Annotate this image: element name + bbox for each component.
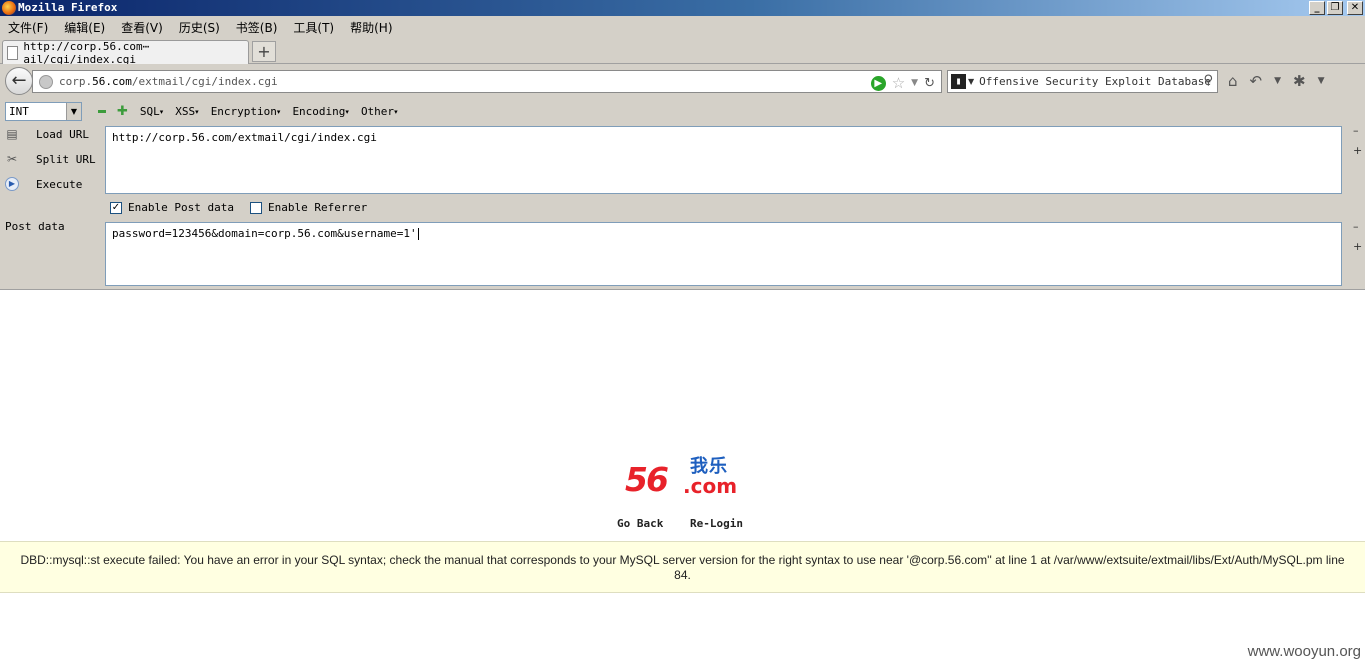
error-message: DBD::mysql::st execute failed: You have … bbox=[0, 541, 1365, 593]
scissors-icon: ✂ bbox=[6, 152, 18, 166]
url-textarea[interactable]: http://corp.56.com/extmail/cgi/index.cgi bbox=[105, 126, 1342, 194]
minimize-button[interactable]: _ bbox=[1309, 1, 1325, 15]
relogin-link[interactable]: Re-Login bbox=[690, 517, 743, 530]
hackbar-panel: INT ▼ ✚ SQL▾ XSS▾ Encryption▾ Encoding▾ … bbox=[0, 98, 1365, 290]
url-actions: ▶ ☆ ▼ ↻ bbox=[870, 74, 935, 92]
history-dropdown-icon[interactable]: ▼ bbox=[911, 78, 918, 88]
url-host: 56.com bbox=[92, 75, 132, 88]
search-engine-icon[interactable]: ▮ bbox=[951, 74, 966, 89]
url-textarea-value: http://corp.56.com/extmail/cgi/index.cgi bbox=[112, 131, 377, 144]
split-url-label: Split URL bbox=[36, 152, 96, 166]
tab-title: http://corp.56.com⋯ail/cgi/index.cgi bbox=[23, 39, 150, 66]
menu-encryption[interactable]: Encryption▾ bbox=[211, 105, 281, 118]
post-data-label: Post data bbox=[5, 220, 65, 233]
logo-chinese: 我乐 bbox=[690, 456, 728, 477]
menu-encoding[interactable]: Encoding▾ bbox=[292, 105, 349, 118]
url-prefix: corp. bbox=[59, 75, 93, 88]
tab-strip: http://corp.56.com⋯ail/cgi/index.cgi + bbox=[0, 38, 1365, 66]
enable-referrer-label: Enable Referrer bbox=[267, 201, 368, 214]
addon-dropdown-icon[interactable]: ▼ bbox=[1318, 76, 1325, 86]
execute-label: Execute bbox=[36, 177, 83, 191]
chevron-down-icon[interactable]: ▼ bbox=[66, 102, 81, 120]
watermark: www.wooyun.org bbox=[1247, 643, 1361, 660]
menu-view[interactable]: 查看(V) bbox=[121, 19, 163, 36]
menu-xss[interactable]: XSS▾ bbox=[175, 105, 198, 118]
addon-icon[interactable]: ✱ bbox=[1293, 72, 1306, 90]
reload-icon[interactable]: ↻ bbox=[924, 76, 935, 91]
menu-sql[interactable]: SQL▾ bbox=[140, 105, 163, 118]
increase-icon[interactable]: ✚ bbox=[117, 104, 128, 119]
url-textarea-resize[interactable]: – + bbox=[1353, 121, 1362, 161]
maximize-button[interactable]: ❐ bbox=[1327, 1, 1343, 15]
go-icon[interactable]: ▶ bbox=[870, 75, 886, 91]
enable-referrer-checkbox[interactable] bbox=[249, 201, 262, 214]
enable-post-label: Enable Post data bbox=[128, 201, 234, 214]
error-text: DBD::mysql::st execute failed: You have … bbox=[20, 553, 1345, 582]
execute-button[interactable]: ▶ Execute bbox=[5, 177, 82, 191]
search-icon[interactable]: ⚲ bbox=[1203, 73, 1213, 88]
menu-history[interactable]: 历史(S) bbox=[179, 19, 220, 36]
load-url-icon: ▤ bbox=[6, 127, 18, 141]
post-data-textarea[interactable]: password=123456&domain=corp.56.com&usern… bbox=[105, 222, 1342, 286]
window-titlebar: Mozilla Firefox _ ❐ ✕ bbox=[0, 0, 1365, 16]
split-url-button[interactable]: ✂ Split URL bbox=[5, 152, 96, 166]
post-options: ✓ Enable Post data Enable Referrer bbox=[110, 201, 367, 214]
enable-post-checkbox[interactable]: ✓ bbox=[110, 201, 122, 214]
menu-bookmarks[interactable]: 书签(B) bbox=[236, 19, 278, 36]
firefox-icon bbox=[2, 1, 16, 15]
load-url-label: Load URL bbox=[36, 127, 89, 141]
play-icon: ▶ bbox=[5, 177, 19, 191]
window-title: Mozilla Firefox bbox=[18, 1, 118, 14]
go-back-link[interactable]: Go Back bbox=[617, 517, 663, 530]
menu-help[interactable]: 帮助(H) bbox=[350, 19, 392, 36]
menu-other[interactable]: Other▾ bbox=[361, 105, 398, 118]
menu-file[interactable]: 文件(F) bbox=[8, 19, 48, 36]
search-placeholder: Offensive Security Exploit Database bbox=[979, 75, 1211, 88]
page-icon bbox=[7, 45, 19, 60]
search-engine-dropdown-icon[interactable]: ▼ bbox=[968, 77, 974, 86]
url-bar[interactable]: corp. 56.com/extmail/cgi/index.cgi ▶ ☆ ▼ … bbox=[32, 70, 942, 93]
post-data-value: password=123456&domain=corp.56.com&usern… bbox=[112, 227, 417, 240]
navigation-bar: corp. 56.com/extmail/cgi/index.cgi ▶ ☆ ▼ … bbox=[0, 64, 1365, 98]
nav-tools: ⌂ ↶ ▼ ✱ ▼ bbox=[1228, 72, 1325, 90]
menu-bar: 文件(F) 编辑(E) 查看(V) 历史(S) 书签(B) 工具(T) 帮助(H… bbox=[0, 16, 1365, 38]
home-icon[interactable]: ⌂ bbox=[1228, 72, 1238, 90]
share-icon[interactable]: ↶ bbox=[1250, 72, 1263, 90]
new-tab-button[interactable]: + bbox=[252, 41, 276, 62]
search-bar[interactable]: ▮ ▼ Offensive Security Exploit Database … bbox=[947, 70, 1218, 93]
post-textarea-resize[interactable]: – + bbox=[1353, 217, 1362, 257]
type-select-value: INT bbox=[9, 104, 29, 118]
type-select[interactable]: INT ▼ bbox=[5, 101, 82, 121]
globe-icon bbox=[39, 74, 53, 89]
window-controls: _ ❐ ✕ bbox=[1309, 1, 1363, 15]
menu-edit[interactable]: 编辑(E) bbox=[64, 19, 105, 36]
logo-number: 56 bbox=[625, 460, 669, 499]
tab-active[interactable]: http://corp.56.com⋯ail/cgi/index.cgi bbox=[2, 39, 249, 66]
url-path: /extmail/cgi/index.cgi bbox=[131, 75, 278, 88]
page-links: Go Back Re-Login bbox=[617, 517, 763, 530]
toolbar-dropdown-icon[interactable]: ▼ bbox=[1274, 76, 1281, 86]
text-cursor bbox=[417, 228, 419, 240]
hackbar-toolbar: INT ▼ ✚ SQL▾ XSS▾ Encryption▾ Encoding▾ … bbox=[0, 100, 398, 122]
back-button[interactable]: ← bbox=[5, 67, 33, 95]
menu-tools[interactable]: 工具(T) bbox=[293, 19, 334, 36]
site-logo: 56 .com 我乐 bbox=[623, 452, 748, 500]
bookmark-star-icon[interactable]: ☆ bbox=[892, 74, 905, 92]
close-button[interactable]: ✕ bbox=[1347, 1, 1363, 15]
decrease-icon[interactable] bbox=[98, 109, 106, 113]
load-url-button[interactable]: ▤ Load URL bbox=[5, 127, 89, 141]
